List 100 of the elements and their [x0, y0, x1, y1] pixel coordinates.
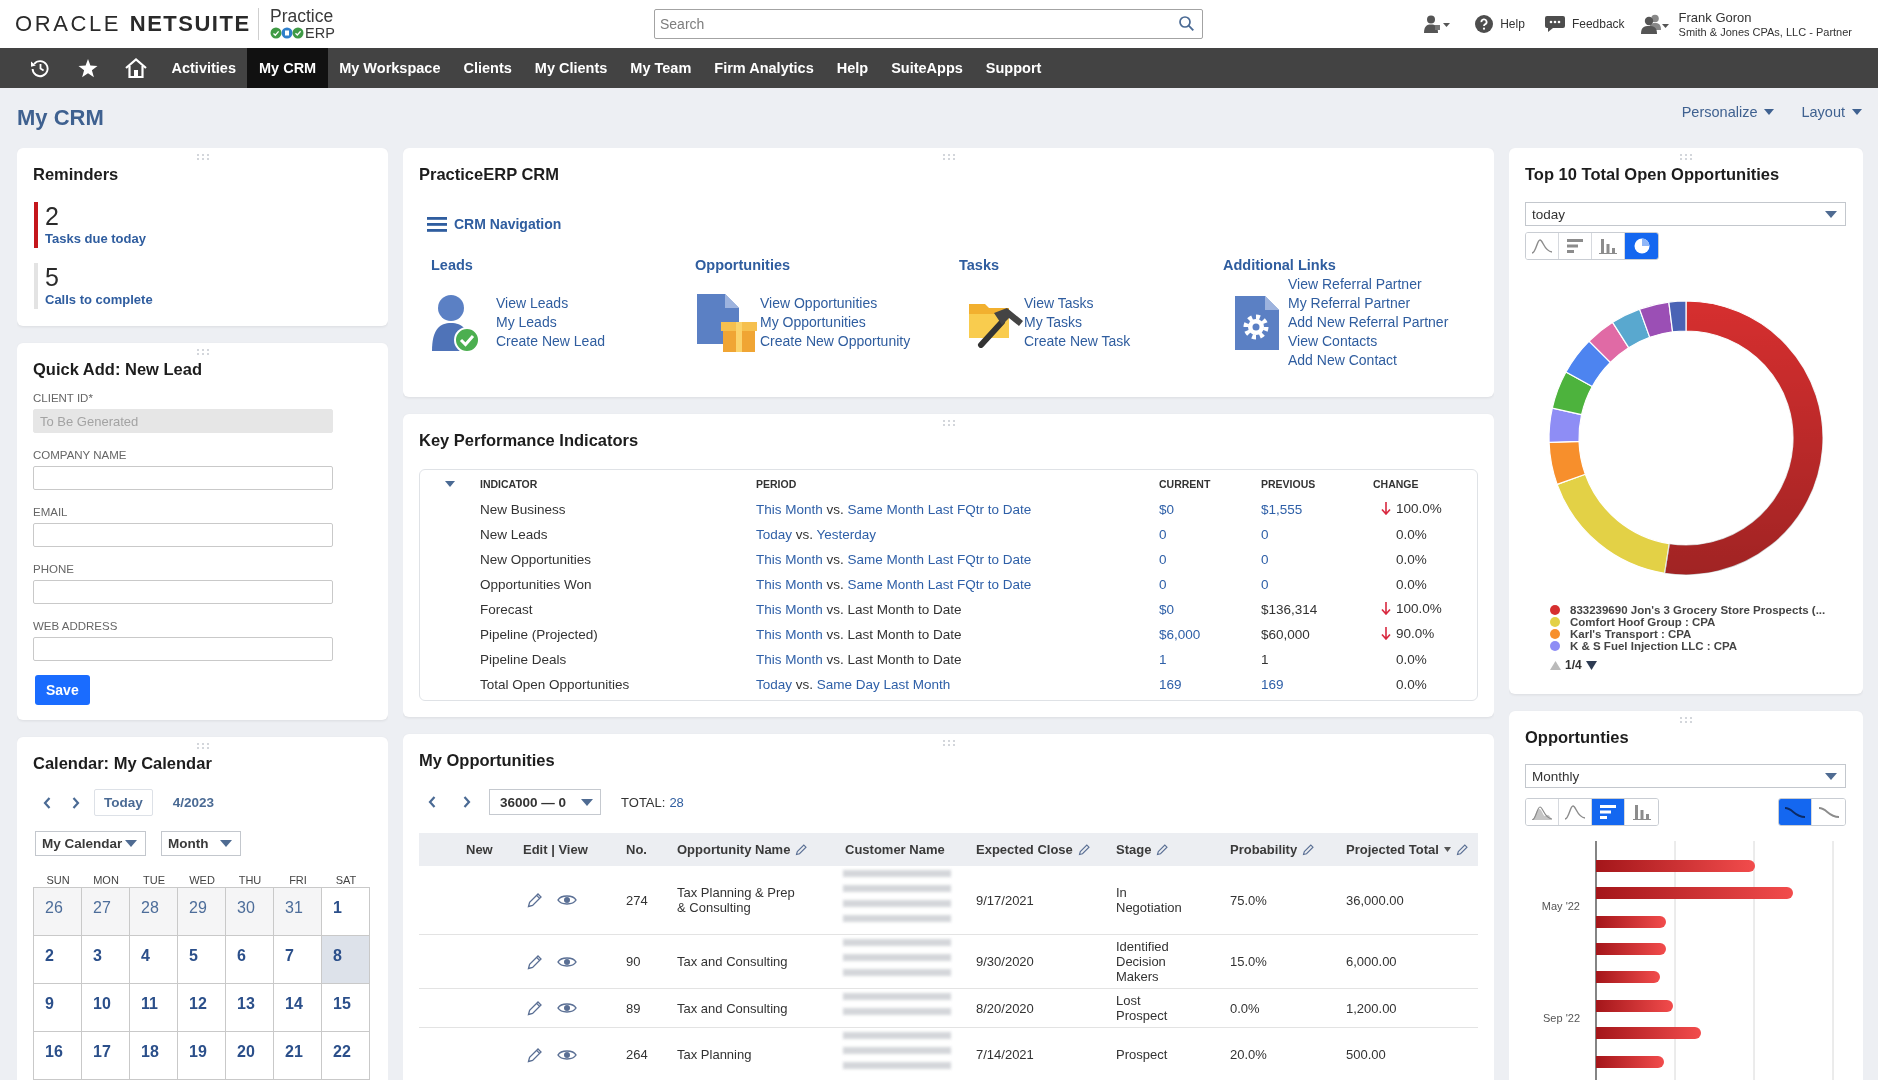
calendar-day[interactable]: 26 [34, 888, 82, 936]
pencil-icon[interactable] [795, 843, 809, 856]
pencil-icon[interactable] [1077, 843, 1091, 856]
history-icon[interactable] [30, 58, 50, 78]
eye-icon[interactable] [557, 954, 577, 969]
person-menu-icon[interactable] [1424, 15, 1451, 33]
nav-tab[interactable]: Activities [160, 48, 248, 88]
column-header[interactable]: New [466, 842, 493, 857]
chevron-right-icon[interactable] [463, 796, 471, 808]
menu-link[interactable]: Personalize [1681, 103, 1775, 121]
calendar-day[interactable]: 10 [82, 984, 130, 1032]
reminder-link[interactable]: Calls to complete [45, 291, 153, 309]
period-link[interactable]: Same Day Last Month [816, 677, 951, 692]
user-group-icon[interactable] [1640, 14, 1669, 34]
drag-handle-icon[interactable] [942, 740, 955, 746]
chart-type-button[interactable] [1592, 799, 1625, 825]
search-field[interactable]: Search [654, 9, 1203, 39]
calendar-day[interactable]: 3 [82, 936, 130, 984]
calendar-day[interactable]: 12 [178, 984, 226, 1032]
crm-link[interactable]: My Referral Partner [1288, 294, 1411, 313]
chevron-right-icon[interactable] [72, 796, 80, 809]
input-field[interactable] [33, 466, 333, 490]
calendar-day[interactable]: 2 [34, 936, 82, 984]
crm-link[interactable]: View Referral Partner [1288, 275, 1422, 294]
calendar-day[interactable]: 22 [322, 1032, 370, 1080]
eye-icon[interactable] [557, 1001, 577, 1015]
calendar-day[interactable]: 29 [178, 888, 226, 936]
calendar-day[interactable]: 16 [34, 1032, 82, 1080]
period-select[interactable]: today [1525, 202, 1846, 226]
crm-link[interactable]: My Tasks [1024, 313, 1083, 332]
chart-type-button[interactable] [1625, 233, 1658, 259]
menu-link[interactable]: Layout [1801, 103, 1862, 121]
nav-tab[interactable]: Help [825, 48, 880, 88]
kpi-value-link[interactable]: 1 [1159, 652, 1167, 667]
reminder-link[interactable]: Tasks due today [45, 230, 146, 248]
pencil-icon[interactable] [527, 892, 543, 908]
calendar-day[interactable]: 28 [130, 888, 178, 936]
input-field[interactable] [33, 523, 333, 547]
crm-link[interactable]: Create New Task [1024, 332, 1131, 351]
crm-link[interactable]: My Opportunities [760, 313, 866, 332]
down-triangle-icon[interactable] [1585, 660, 1597, 670]
crm-link[interactable]: Create New Opportunity [760, 332, 911, 351]
pencil-icon[interactable] [1455, 843, 1469, 856]
column-header[interactable]: Edit | View [523, 842, 588, 857]
calendar-day[interactable]: 14 [274, 984, 322, 1032]
user-name[interactable]: Frank Goron [1678, 9, 1852, 25]
pencil-icon[interactable] [1302, 843, 1316, 856]
eye-icon[interactable] [557, 893, 577, 907]
nav-tab[interactable]: Firm Analytics [702, 48, 826, 88]
pencil-icon[interactable] [527, 1046, 543, 1063]
calendar-day[interactable]: 7 [274, 936, 322, 984]
nav-tab[interactable]: My CRM [247, 48, 328, 88]
period-link[interactable]: Same Month Last FQtr to Date [847, 502, 1032, 517]
period-link[interactable]: This Month [756, 577, 823, 592]
period-link[interactable]: Same Month Last FQtr to Date [847, 552, 1032, 567]
column-header[interactable]: Projected Total [1346, 842, 1439, 857]
calendar-day[interactable]: 20 [226, 1032, 274, 1080]
period-link[interactable]: This Month [756, 602, 823, 617]
legend-label[interactable]: K & S Fuel Injection LLC : CPA [1570, 640, 1738, 652]
calendar-day[interactable]: 27 [82, 888, 130, 936]
period-link[interactable]: Today [756, 677, 793, 692]
drag-handle-icon[interactable] [1680, 154, 1692, 160]
crm-link[interactable]: Add New Referral Partner [1288, 313, 1449, 332]
calendar-day[interactable]: 30 [226, 888, 274, 936]
period-link[interactable]: This Month [756, 552, 823, 567]
period-link[interactable]: This Month [756, 627, 823, 642]
nav-tab[interactable]: Clients [451, 48, 524, 88]
calendar-day[interactable]: 13 [226, 984, 274, 1032]
nav-tab[interactable]: SuiteApps [879, 48, 975, 88]
period-link[interactable]: This Month [756, 652, 823, 667]
chart-type-button[interactable] [1526, 799, 1559, 825]
calendar-day[interactable]: 31 [274, 888, 322, 936]
star-icon[interactable] [78, 58, 98, 78]
kpi-value-link[interactable]: $0 [1159, 502, 1175, 517]
pencil-icon[interactable] [527, 1000, 543, 1016]
column-header[interactable]: Stage [1116, 842, 1152, 857]
calendar-day[interactable]: 1 [322, 888, 370, 936]
kpi-value-link[interactable]: 0 [1261, 577, 1269, 592]
legend-label[interactable]: Karl's Transport : CPA [1570, 628, 1692, 640]
drag-handle-icon[interactable] [196, 743, 209, 749]
drag-handle-icon[interactable] [196, 154, 209, 160]
column-header[interactable]: No. [626, 842, 647, 857]
crm-link[interactable]: View Opportunities [760, 294, 878, 313]
curve-mode-button[interactable] [1779, 799, 1812, 825]
crm-link[interactable]: View Leads [496, 294, 569, 313]
sort-caret-icon[interactable] [1443, 847, 1451, 852]
kpi-value-link[interactable]: 169 [1159, 677, 1182, 692]
feedback-link[interactable]: Feedback [1544, 15, 1625, 33]
chart-type-button[interactable] [1526, 233, 1559, 259]
calendar-day[interactable]: 21 [274, 1032, 322, 1080]
column-header[interactable]: Expected Close [976, 842, 1073, 857]
nav-tab[interactable]: My Workspace [327, 48, 452, 88]
column-header[interactable]: Customer Name [845, 842, 945, 857]
calendar-day[interactable]: 6 [226, 936, 274, 984]
crm-link[interactable]: My Leads [496, 313, 557, 332]
crm-link[interactable]: View Contacts [1288, 332, 1378, 351]
calendar-day[interactable]: 17 [82, 1032, 130, 1080]
drag-handle-icon[interactable] [942, 420, 955, 426]
legend-label[interactable]: 833239690 Jon's 3 Grocery Store Prospects (... [1570, 604, 1826, 616]
period-select[interactable]: Monthly [1525, 764, 1846, 788]
